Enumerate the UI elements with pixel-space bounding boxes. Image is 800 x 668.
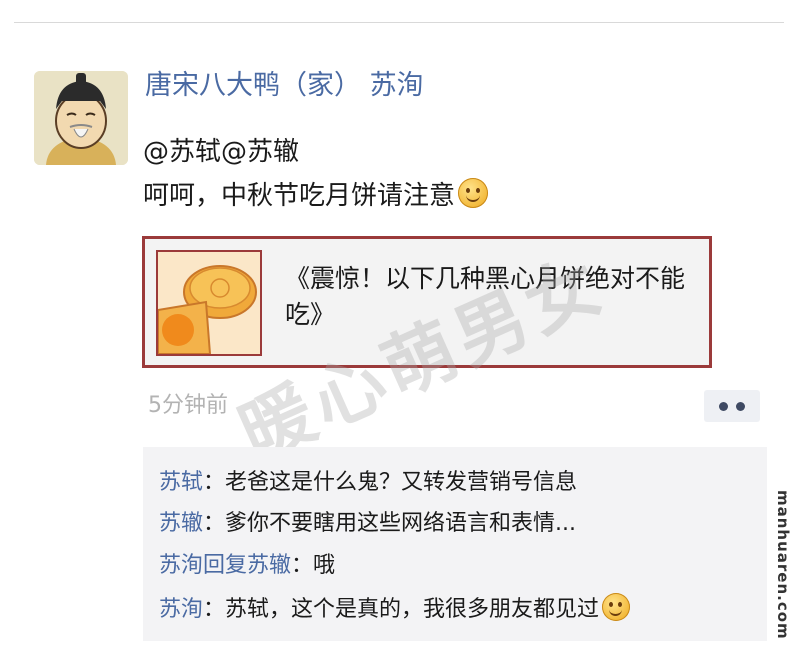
- comment-author[interactable]: 苏洵: [159, 597, 203, 622]
- comment-text: 爹你不要瞎用这些网络语言和表情...: [225, 511, 577, 536]
- author-name[interactable]: 唐宋八大鸭（家） 苏洵: [145, 66, 424, 106]
- comment-item[interactable]: 苏轼：老爸这是什么鬼？又转发营销号信息: [159, 468, 577, 498]
- more-actions-button[interactable]: [704, 390, 760, 422]
- top-divider: [14, 22, 784, 23]
- comment-text: 苏轼，这个是真的，我很多朋友都见过: [225, 597, 600, 622]
- shared-link-title: 《震惊！以下几种黑心月饼绝对不能吃》: [285, 264, 686, 329]
- comment-separator: ：: [203, 511, 226, 536]
- comment-separator: ：: [291, 553, 314, 578]
- comment-separator: ：: [203, 470, 226, 495]
- comment-item[interactable]: 苏洵：苏轼，这个是真的，我很多朋友都见过: [159, 593, 631, 625]
- more-dot-icon: [719, 401, 728, 411]
- smile-emoji-icon: [602, 593, 631, 621]
- post-timestamp: 5分钟前: [148, 393, 228, 418]
- comments-panel: 苏轼：老爸这是什么鬼？又转发营销号信息 苏辙：爹你不要瞎用这些网络语言和表情..…: [143, 447, 767, 641]
- post-message-text: 呵呵，中秋节吃月饼请注意: [143, 181, 456, 211]
- old-man-avatar-icon: [34, 71, 128, 165]
- more-dot-icon: [736, 401, 745, 411]
- comment-text: 老爸这是什么鬼？又转发营销号信息: [225, 470, 578, 495]
- shared-link-card[interactable]: 《震惊！以下几种黑心月饼绝对不能吃》: [142, 236, 712, 368]
- mention-text: @苏轼@苏辙: [143, 137, 300, 167]
- author-avatar[interactable]: [34, 71, 128, 165]
- comment-text: 哦: [313, 553, 336, 578]
- smile-emoji-icon: [458, 178, 489, 208]
- comment-separator: ：: [203, 597, 226, 622]
- comment-author[interactable]: 苏轼: [159, 470, 203, 495]
- site-watermark: manhuaren.com: [774, 490, 792, 640]
- comment-author[interactable]: 苏洵回复苏辙: [159, 553, 291, 578]
- post-message: 呵呵，中秋节吃月饼请注意: [143, 177, 489, 215]
- comment-item[interactable]: 苏辙：爹你不要瞎用这些网络语言和表情...: [159, 509, 576, 539]
- mooncake-thumbnail: [156, 250, 262, 356]
- comment-author[interactable]: 苏辙: [159, 511, 203, 536]
- comment-item[interactable]: 苏洵回复苏辙：哦: [159, 551, 335, 581]
